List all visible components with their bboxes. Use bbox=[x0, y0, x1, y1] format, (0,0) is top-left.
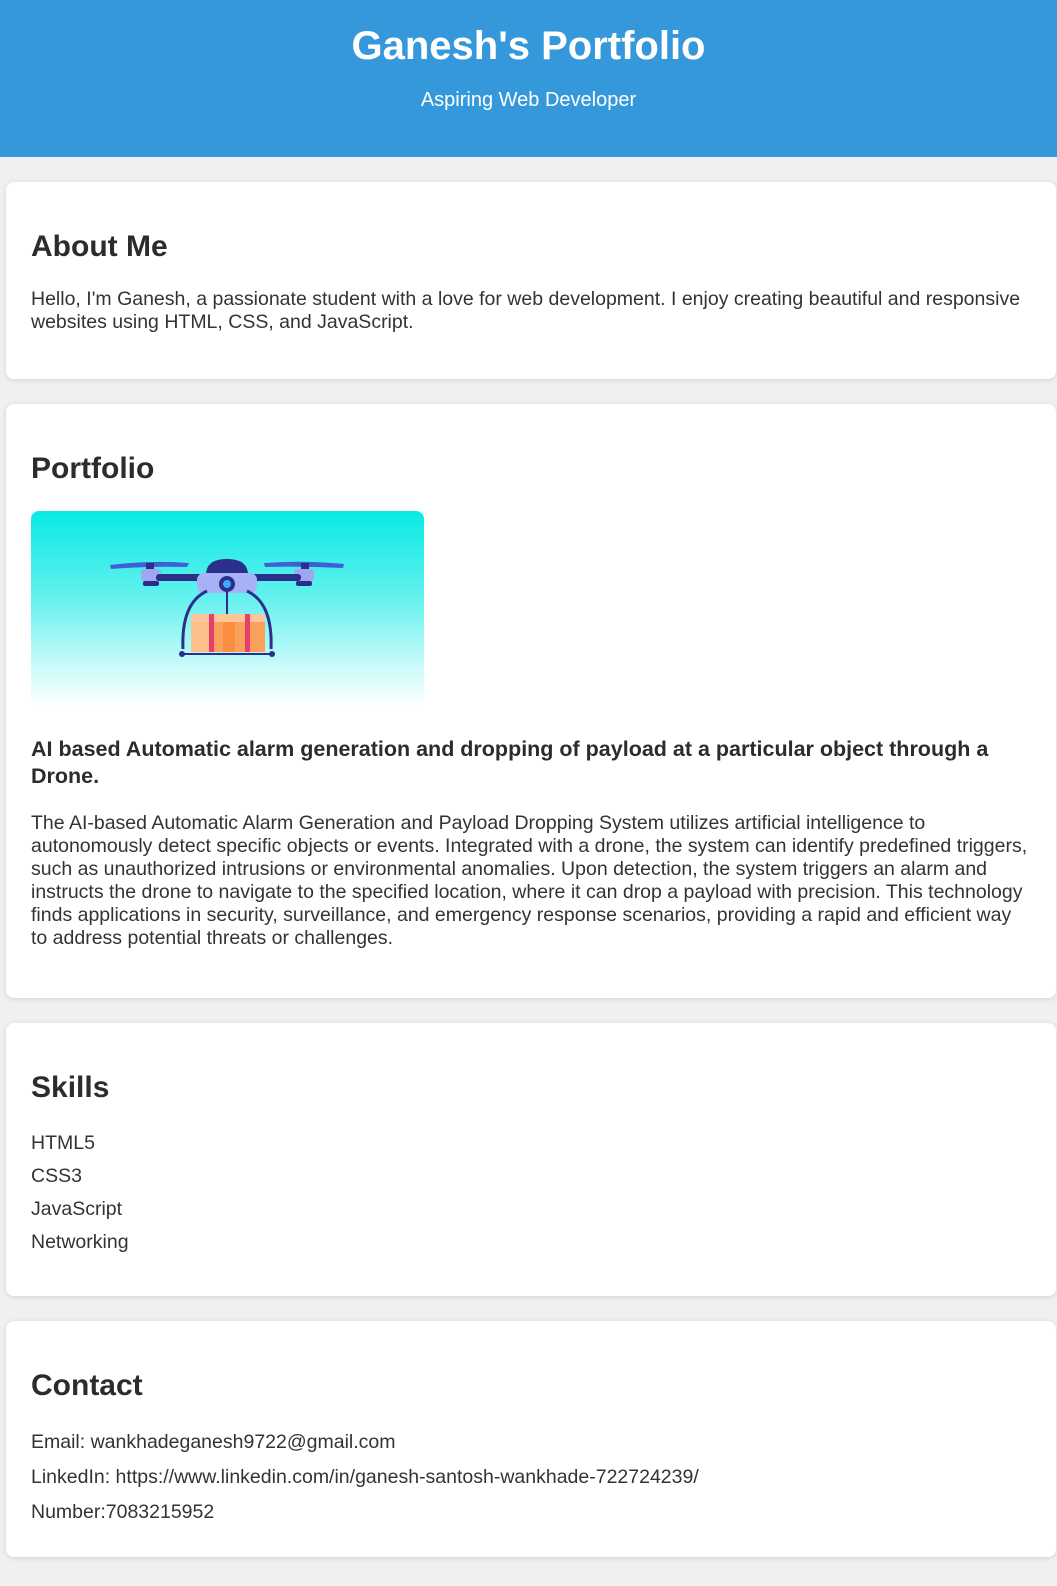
skill-item: JavaScript bbox=[31, 1198, 123, 1220]
site-subtitle: Aspiring Web Developer bbox=[420, 89, 637, 111]
contact-email: Email: wankhadeganesh9722@gmail.com bbox=[31, 1431, 396, 1453]
contact-number: Number:7083215952 bbox=[31, 1501, 215, 1523]
contact-linkedin: LinkedIn: https://www.linkedin.com/in/ga… bbox=[31, 1466, 699, 1488]
skills-heading: Skills bbox=[31, 1071, 110, 1104]
about-text: Hello, I'm Ganesh, a passionate student … bbox=[31, 288, 1021, 333]
about-section: About Me Hello, I'm Ganesh, a passionate… bbox=[6, 182, 1056, 379]
portfolio-section: Portfolio AI based Automatic alarm gener… bbox=[6, 404, 1056, 998]
site-title: Ganesh's Portfolio bbox=[351, 24, 706, 68]
site-header: Ganesh's Portfolio Aspiring Web Develope… bbox=[0, 0, 1057, 157]
contact-heading: Contact bbox=[31, 1369, 143, 1402]
project-image bbox=[31, 511, 424, 707]
project-title: AI based Automatic alarm generation and … bbox=[31, 737, 989, 788]
project-description: The AI-based Automatic Alarm Generation … bbox=[31, 812, 1028, 949]
skills-section: Skills HTML5 CSS3 JavaScript Networking bbox=[6, 1023, 1056, 1296]
contact-list: Email: wankhadeganesh9722@gmail.com Link… bbox=[31, 1425, 699, 1530]
portfolio-heading: Portfolio bbox=[31, 452, 155, 485]
skill-item: CSS3 bbox=[31, 1165, 82, 1187]
skills-list: HTML5 CSS3 JavaScript Networking bbox=[31, 1127, 129, 1259]
contact-section: Contact Email: wankhadeganesh9722@gmail.… bbox=[6, 1321, 1056, 1557]
delivery-drone-icon bbox=[110, 559, 344, 657]
about-heading: About Me bbox=[31, 230, 168, 263]
skill-item: Networking bbox=[31, 1231, 129, 1253]
skill-item: HTML5 bbox=[31, 1132, 95, 1154]
